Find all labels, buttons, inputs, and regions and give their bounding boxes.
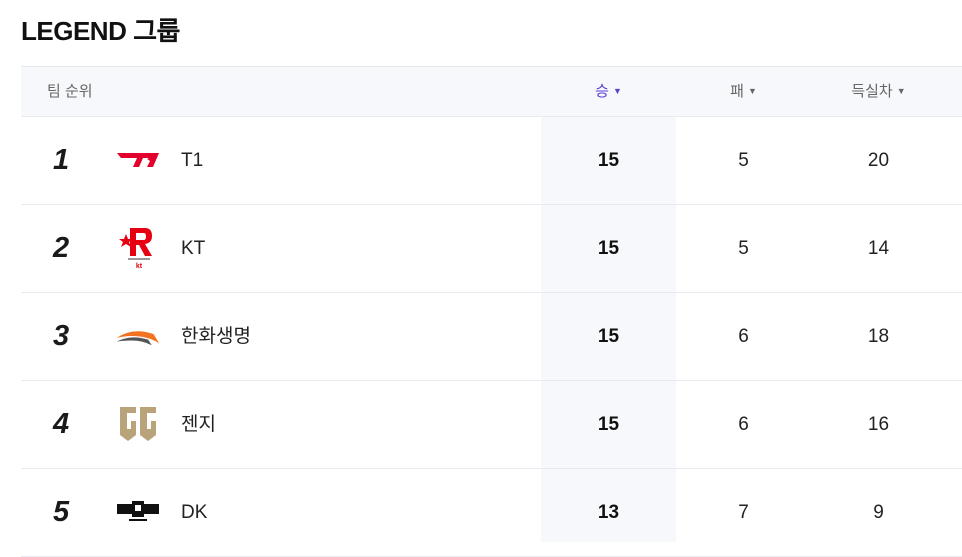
point-difference: 18	[867, 326, 890, 347]
team-name: 한화생명	[181, 326, 251, 347]
table-row[interactable]: 2 kt KT 15 5 14	[21, 205, 962, 293]
sort-by-win-button[interactable]: 승 ▼	[541, 67, 676, 116]
lose-count: 5	[738, 238, 749, 259]
table-header: 팀 순위 승 ▼ 패 ▼ 득실차 ▼	[21, 66, 962, 117]
rank-number: 1	[53, 144, 70, 176]
lose-count: 6	[738, 414, 749, 435]
win-count: 15	[597, 238, 620, 259]
team-name: KT	[181, 238, 206, 259]
sort-arrow-icon: ▼	[612, 86, 622, 96]
win-count: 13	[597, 502, 620, 523]
lose-count: 7	[738, 502, 749, 523]
table-row[interactable]: 3 한화생명 15 6 18	[21, 293, 962, 381]
t1-logo-icon	[115, 140, 161, 180]
win-count: 15	[597, 414, 620, 435]
sort-arrow-icon: ▼	[747, 86, 757, 96]
win-header-label: 승	[595, 83, 609, 100]
sort-arrow-icon: ▼	[896, 86, 906, 96]
rank-number: 2	[53, 232, 70, 264]
win-count: 15	[597, 326, 620, 347]
table-row[interactable]: 1 T1 15 5 20	[21, 117, 962, 205]
lose-count: 6	[738, 326, 749, 347]
lose-count: 5	[738, 150, 749, 171]
kt-rolster-logo-icon: kt	[115, 228, 161, 270]
team-name: DK	[181, 502, 208, 523]
lose-header-label: 패	[730, 83, 744, 100]
team-rank-header: 팀 순위	[47, 83, 93, 100]
rank-number: 3	[53, 320, 70, 352]
sort-by-lose-button[interactable]: 패 ▼	[676, 67, 811, 116]
rank-number: 5	[53, 496, 70, 528]
hanwha-life-logo-icon	[115, 316, 161, 356]
table-row[interactable]: 5 DK 13 7 9	[21, 469, 962, 557]
point-difference: 20	[867, 150, 890, 171]
table-row[interactable]: 4 젠지 15 6 16	[21, 381, 962, 469]
diff-header-label: 득실차	[851, 83, 893, 100]
standings-table: 팀 순위 승 ▼ 패 ▼ 득실차 ▼ 1 T1 15 5 20 2 kt KT …	[21, 66, 962, 557]
sort-by-diff-button[interactable]: 득실차 ▼	[811, 67, 946, 116]
group-title: LEGEND 그룹	[21, 16, 180, 46]
rank-number: 4	[53, 408, 70, 440]
point-difference: 16	[867, 414, 890, 435]
win-count: 15	[597, 150, 620, 171]
point-difference: 14	[867, 238, 890, 259]
gen-g-logo-icon	[115, 404, 161, 444]
team-name: T1	[181, 150, 204, 171]
table-body: 1 T1 15 5 20 2 kt KT 15 5 14 3 한화생명 15 6…	[21, 117, 962, 557]
team-name: 젠지	[181, 414, 216, 435]
dk-logo-icon	[115, 492, 161, 532]
kt-logo-text: kt	[136, 263, 143, 270]
point-difference: 9	[873, 502, 884, 523]
